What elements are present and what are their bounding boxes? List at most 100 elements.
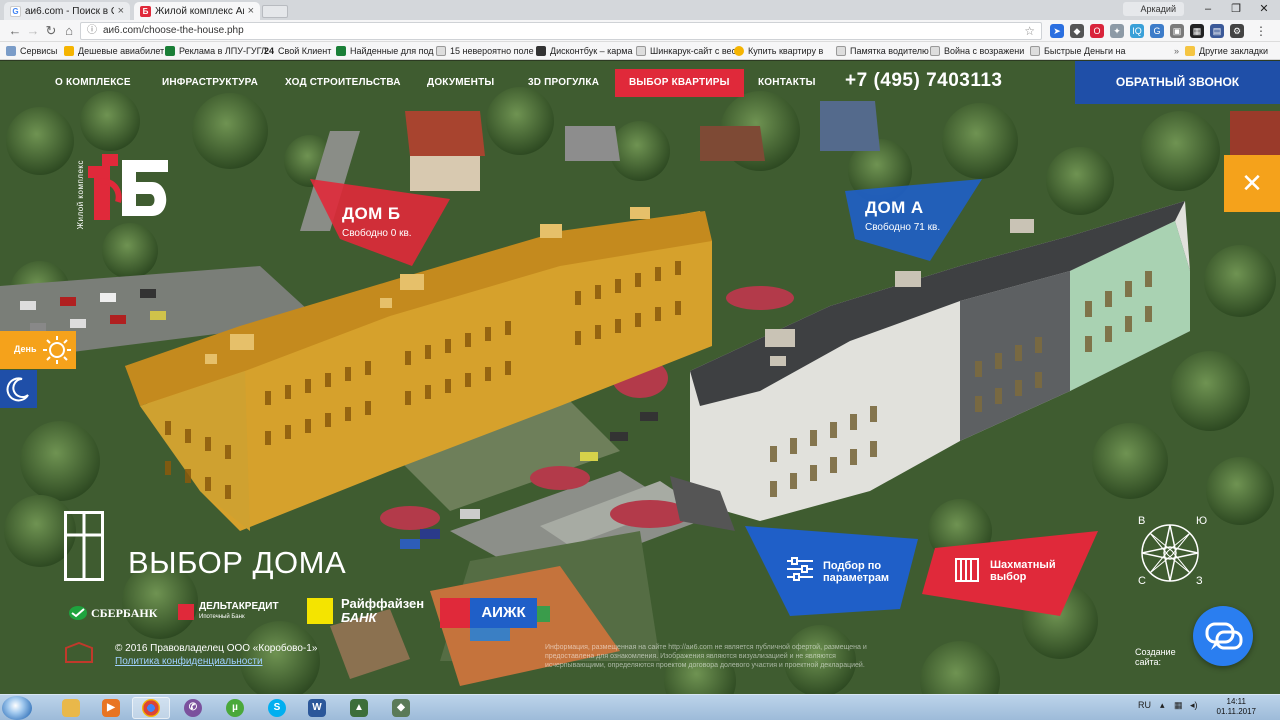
forward-icon[interactable]: → bbox=[24, 22, 42, 40]
bookmark-favicon-icon bbox=[436, 46, 446, 56]
chat-button[interactable] bbox=[1193, 606, 1253, 666]
tray-expand-icon[interactable]: ▴ bbox=[1160, 700, 1165, 711]
compass-north: С bbox=[1138, 575, 1146, 587]
window-close-icon[interactable]: ✕ bbox=[1250, 0, 1278, 18]
bookmark-item[interactable]: Дисконтбук – карма bbox=[536, 42, 633, 60]
taskbar-skype[interactable]: S bbox=[258, 697, 296, 719]
extension-box-icon[interactable]: ▣ bbox=[1170, 24, 1184, 38]
extension-arrow-icon[interactable]: ➤ bbox=[1050, 24, 1064, 38]
chessboard-icon[interactable] bbox=[954, 557, 980, 583]
bookmark-item[interactable]: Памятка водителю bbox=[836, 42, 929, 60]
volume-icon[interactable]: ◂) bbox=[1190, 700, 1198, 711]
address-bar[interactable]: ⓘ аи6.com/choose-the-house.php ☆ bbox=[80, 22, 1042, 40]
page-info-icon[interactable]: ⓘ bbox=[87, 23, 97, 39]
minimize-icon[interactable]: – bbox=[1194, 0, 1222, 18]
bank-deltacredit[interactable]: ДЕЛЬТАКРЕДИТ Ипотечный Банк bbox=[178, 602, 279, 622]
privacy-policy-link[interactable]: Политика конфиденциальности bbox=[115, 656, 263, 667]
home-icon[interactable]: ⌂ bbox=[60, 22, 78, 40]
taskbar-app-green[interactable]: ▲ bbox=[340, 697, 378, 719]
reload-icon[interactable]: ↻ bbox=[42, 22, 60, 40]
params-search-button[interactable]: Подбор по параметрам bbox=[823, 560, 889, 584]
sberbank-logo-icon bbox=[69, 606, 87, 620]
start-button[interactable] bbox=[2, 696, 32, 720]
sliders-icon[interactable] bbox=[785, 556, 815, 582]
nav-3d-tour[interactable]: 3D ПРОГУЛКА bbox=[528, 77, 599, 88]
extension-shield-icon[interactable]: ◆ bbox=[1070, 24, 1084, 38]
taskbar-app-recorder[interactable]: ◆ bbox=[382, 697, 420, 719]
extension-chat-icon[interactable]: ▤ bbox=[1210, 24, 1224, 38]
bookmark-star-icon[interactable]: ☆ bbox=[1024, 23, 1035, 39]
nav-choose-apartment[interactable]: ВЫБОР КВАРТИРЫ bbox=[615, 69, 744, 97]
tab-google-search[interactable]: G аи6.com - Поиск в Goog × bbox=[4, 2, 130, 20]
bookmark-favicon-icon bbox=[64, 46, 74, 56]
taskbar-chrome[interactable] bbox=[132, 697, 170, 719]
taskbar-media-player[interactable]: ▶ bbox=[92, 697, 130, 719]
nav-construction-progress[interactable]: ХОД СТРОИТЕЛЬСТВА bbox=[285, 77, 401, 88]
tab-close-icon[interactable]: × bbox=[248, 5, 254, 17]
house-b-label[interactable]: ДОМ Б Свободно 0 кв. bbox=[342, 204, 412, 239]
site-created-by[interactable]: Создание сайта: bbox=[1135, 647, 1176, 667]
extension-translate-icon[interactable]: G bbox=[1150, 24, 1164, 38]
nav-infrastructure[interactable]: ИНФРАСТРУКТУРА bbox=[162, 77, 258, 88]
app-icon: ◆ bbox=[392, 699, 410, 717]
bookmark-item[interactable]: Найденные для под bbox=[336, 42, 434, 60]
chevron-right-icon[interactable]: » bbox=[1174, 42, 1179, 60]
day-mode-button[interactable]: День bbox=[0, 331, 76, 369]
bookmark-favicon-icon bbox=[636, 46, 646, 56]
site-logo[interactable]: Жилой комплекс bbox=[76, 154, 176, 229]
bank-raiffeisen[interactable]: Райффайзен БАНК bbox=[307, 597, 424, 625]
extension-opera-icon[interactable]: O bbox=[1090, 24, 1104, 38]
browser-menu-icon[interactable]: ⋮ bbox=[1254, 24, 1268, 38]
page-viewport: О КОМПЛЕКСЕ ИНФРАСТРУКТУРА ХОД СТРОИТЕЛЬ… bbox=[0, 61, 1280, 694]
profile-button[interactable]: Аркадий bbox=[1122, 2, 1184, 16]
apps-grid-icon bbox=[6, 46, 16, 56]
bookmark-item[interactable]: Шинкарук-сайт с вес bbox=[636, 42, 736, 60]
back-icon[interactable]: ← bbox=[6, 22, 24, 40]
bookmark-item[interactable]: Война с возражени bbox=[930, 42, 1024, 60]
callback-button[interactable]: ОБРАТНЫЙ ЗВОНОК bbox=[1075, 61, 1280, 104]
nav-contacts[interactable]: КОНТАКТЫ bbox=[758, 77, 816, 88]
chess-line-2: выбор bbox=[990, 571, 1027, 583]
copyright-text: © 2016 Правовладелец ООО «Коробово-1» bbox=[115, 643, 318, 654]
house-b-availability: Свободно 0 кв. bbox=[342, 228, 412, 239]
tab-housing-complex[interactable]: Б Жилой комплекс АиБ × bbox=[134, 2, 260, 20]
bank-aijk[interactable]: АИЖК bbox=[440, 598, 537, 628]
folder-icon bbox=[62, 699, 80, 717]
nav-documents[interactable]: ДОКУМЕНТЫ bbox=[427, 77, 494, 88]
phone-number[interactable]: +7 (495) 7403113 bbox=[845, 70, 1003, 92]
bookmark-item[interactable]: Дешевые авиабилет bbox=[64, 42, 164, 60]
extension-grid-icon[interactable]: ▦ bbox=[1190, 24, 1204, 38]
door-icon bbox=[64, 511, 104, 581]
taskbar-viber[interactable]: ✆ bbox=[174, 697, 212, 719]
logo-caption: Жилой комплекс bbox=[76, 160, 85, 230]
bank-sberbank[interactable]: СБЕРБАНК bbox=[68, 605, 157, 621]
browser-tab-strip: G аи6.com - Поиск в Goog × Б Жилой компл… bbox=[0, 0, 1280, 20]
bookmark-item[interactable]: 24 Свой Клиент bbox=[264, 42, 331, 60]
close-button[interactable]: ✕ bbox=[1224, 155, 1280, 212]
extension-gear-icon[interactable]: ⚙ bbox=[1230, 24, 1244, 38]
bookmark-item[interactable]: Купить квартиру в bbox=[734, 42, 823, 60]
other-bookmarks[interactable]: » Другие закладки bbox=[1174, 42, 1268, 60]
bookmark-item[interactable]: Быстрые Деньги на bbox=[1030, 42, 1126, 60]
bookmark-item[interactable]: 15 невероятно поле bbox=[436, 42, 534, 60]
network-icon[interactable]: ▦ bbox=[1174, 700, 1183, 711]
language-indicator[interactable]: RU bbox=[1138, 700, 1151, 710]
viber-icon: ✆ bbox=[184, 699, 202, 717]
taskbar-word[interactable]: W bbox=[298, 697, 336, 719]
bookmark-favicon-icon bbox=[836, 46, 846, 56]
house-a-label[interactable]: ДОМ А Свободно 71 кв. bbox=[865, 198, 940, 233]
night-mode-button[interactable] bbox=[0, 370, 37, 408]
bookmark-apps[interactable]: Сервисы bbox=[6, 42, 57, 60]
extension-puzzle-icon[interactable]: ✦ bbox=[1110, 24, 1124, 38]
bookmark-item[interactable]: Реклама в ЛПУ-ГУГЛ bbox=[165, 42, 267, 60]
taskbar-utorrent[interactable]: µ bbox=[216, 697, 254, 719]
nav-about[interactable]: О КОМПЛЕКСЕ bbox=[55, 77, 131, 88]
taskbar-explorer[interactable] bbox=[52, 697, 90, 719]
utorrent-icon: µ bbox=[226, 699, 244, 717]
extension-iq-icon[interactable]: IQ bbox=[1130, 24, 1144, 38]
tab-close-icon[interactable]: × bbox=[118, 5, 124, 17]
clock[interactable]: 14:11 01.11.2017 bbox=[1217, 697, 1256, 717]
maximize-icon[interactable]: ❐ bbox=[1222, 0, 1250, 18]
new-tab-button[interactable] bbox=[262, 5, 288, 18]
chess-select-button[interactable]: Шахматный выбор bbox=[990, 559, 1056, 583]
